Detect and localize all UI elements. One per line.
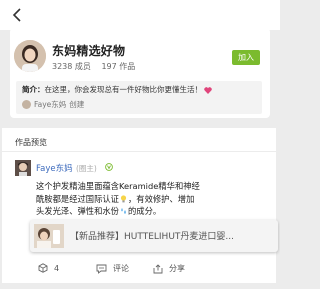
banner-thumbnail [34,224,64,248]
like-count: 4 [54,263,60,273]
section-title: 作品预览 [15,138,47,147]
work-count: 197 作品 [101,62,136,71]
post-line-1: 这个护发精油里面蕴含Keramide精华和神经 [36,181,200,191]
author-name[interactable]: Faye东妈 [36,162,73,174]
post-line-2a: 酰胺都是经过国际认证 [36,193,119,204]
action-bar: 4 评论 分享 [2,256,276,282]
creator-avatar [22,100,31,109]
post-line-2b: ，有效修护、增加 [127,193,195,204]
intro-box: 简介：在这里，你会发现总有一件好物比你更懂生活！ Faye东妈 创建 [16,81,262,114]
creator-row[interactable]: Faye东妈 创建 [22,99,84,110]
intro-body: 在这里，你会发现总有一件好物比你更懂生活！ [44,85,203,94]
share-action[interactable]: 分享 [153,263,185,274]
comment-label: 评论 [113,264,129,273]
member-count: 3238 成员 [52,62,91,71]
creator-name: Faye东妈 [34,100,67,109]
lightbulb-emoji-icon [120,194,127,202]
circle-info-card: 东妈精选好物 3238 成员 197 作品 加入 简介：在这里，你会发现总有一件… [10,28,270,118]
comment-icon [96,264,107,274]
app-screen: 东妈精选好物 3238 成员 197 作品 加入 简介：在这里，你会发现总有一件… [0,0,280,289]
creator-suffix: 创建 [69,100,85,109]
banner-text: 【新品推荐】HUTTELIHUT丹麦进口婴... [70,232,234,242]
verified-badge-icon [105,163,113,171]
author-role: (圈主) [76,164,97,173]
like-action[interactable]: 4 [38,263,59,273]
post-line-3b: 的成分。 [127,206,162,216]
author-avatar[interactable] [15,160,31,176]
intro-label: 简介： [22,85,45,94]
post-line-2: 酰胺都是经过国际认证 ，有效修护、增加 [36,193,274,206]
join-button[interactable]: 加入 [232,50,260,65]
post-text[interactable]: 这个护发精油里面蕴含Keramide精华和神经 酰胺都是经过国际认证 ，有效修护、… [36,180,274,218]
post-line-3a: 头发光泽、弹性和水份 [36,206,119,216]
new-product-banner[interactable]: 【新品推荐】HUTTELIHUT丹麦进口婴... [30,220,278,252]
water-drops-emoji-icon [121,208,126,214]
heart-icon [204,86,212,94]
share-icon [153,263,163,273]
circle-avatar[interactable] [14,40,46,72]
post-line-3: 头发光泽、弹性和水份 的成分。 [36,205,274,218]
circle-stats: 3238 成员 197 作品 [52,61,143,72]
back-arrow-icon[interactable] [11,8,23,22]
top-bar [0,0,280,30]
intro-text: 简介：在这里，你会发现总有一件好物比你更懂生活！ [22,84,212,95]
share-label: 分享 [169,264,185,273]
comment-action[interactable]: 评论 [96,263,129,274]
section-divider [2,151,276,152]
circle-title: 东妈精选好物 [52,44,126,58]
cube-icon [38,263,48,273]
